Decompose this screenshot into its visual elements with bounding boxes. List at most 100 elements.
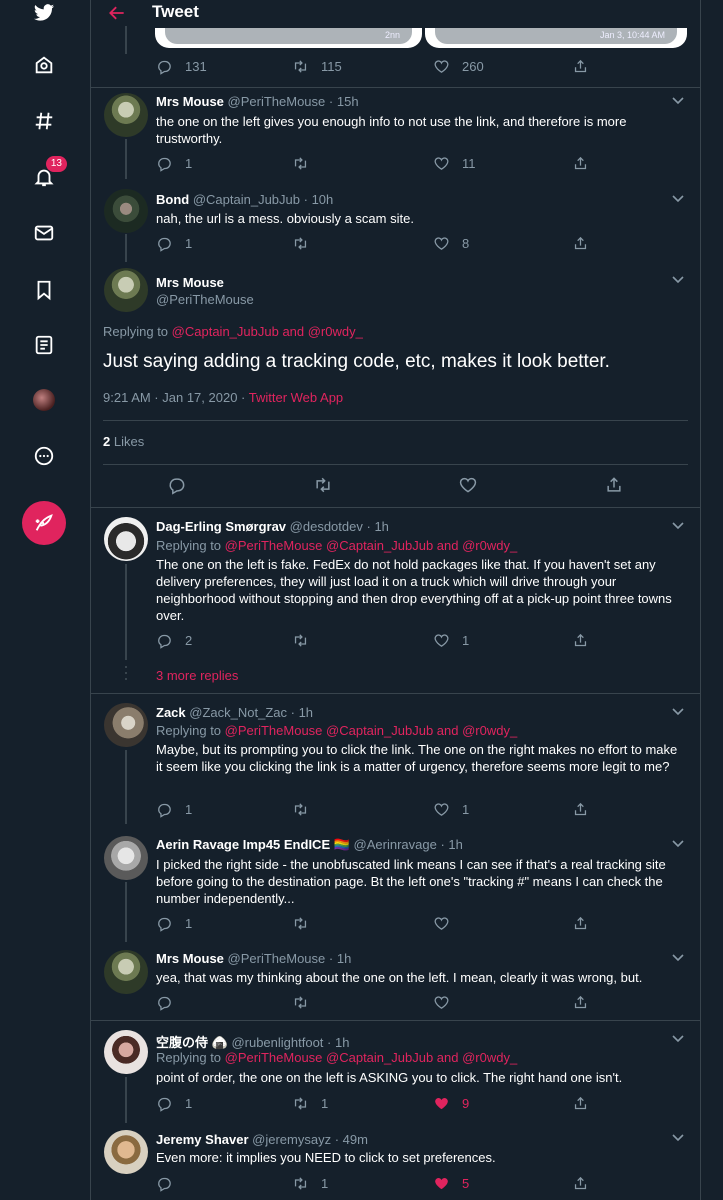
- retweet-button[interactable]: 115: [292, 57, 342, 75]
- avatar[interactable]: [104, 189, 148, 233]
- author-handle[interactable]: @Captain_JubJub: [193, 192, 300, 207]
- tweet[interactable]: Aerin Ravage Imp45 EndICE 🏳️‍🌈 @Aerinrav…: [91, 830, 700, 942]
- profile-avatar[interactable]: [33, 389, 55, 411]
- avatar[interactable]: [104, 703, 148, 747]
- like-button[interactable]: 9: [433, 1094, 469, 1112]
- bookmarks-icon[interactable]: [31, 277, 57, 303]
- author-name[interactable]: Jeremy Shaver: [156, 1132, 249, 1147]
- avatar[interactable]: [104, 93, 148, 137]
- tweet-time[interactable]: 15h: [337, 94, 359, 109]
- like-button[interactable]: [433, 914, 462, 932]
- lists-icon[interactable]: [31, 332, 57, 358]
- share-button[interactable]: [572, 154, 589, 172]
- author-handle[interactable]: @PeriTheMouse: [228, 94, 326, 109]
- retweet-button[interactable]: [292, 234, 321, 252]
- tweet-media-right[interactable]: Jan 3, 10:44 AM: [425, 28, 687, 48]
- share-button[interactable]: [572, 1174, 589, 1192]
- tweet-time[interactable]: 1h: [335, 1035, 349, 1050]
- share-button[interactable]: [572, 800, 589, 818]
- author-name[interactable]: Bond: [156, 192, 189, 207]
- tweet-time[interactable]: 49m: [343, 1132, 368, 1147]
- tweet-time[interactable]: 1h: [299, 705, 313, 720]
- share-button[interactable]: [572, 234, 589, 252]
- chevron-down-icon[interactable]: [672, 1035, 684, 1043]
- like-button[interactable]: 1: [433, 800, 469, 818]
- likes-count[interactable]: 2 Likes: [103, 434, 144, 449]
- like-button[interactable]: 11: [433, 154, 476, 172]
- retweet-button[interactable]: 1: [292, 1094, 328, 1112]
- author-handle[interactable]: @Zack_Not_Zac: [189, 705, 287, 720]
- show-more-replies-link[interactable]: 3 more replies: [156, 668, 238, 683]
- author-handle[interactable]: @Aerinravage: [354, 837, 437, 852]
- share-button[interactable]: [572, 1094, 589, 1112]
- reply-button[interactable]: [167, 476, 187, 494]
- author-name[interactable]: Dag-Erling Smørgrav: [156, 519, 286, 534]
- like-button[interactable]: 8: [433, 234, 469, 252]
- home-icon[interactable]: [31, 52, 57, 78]
- tweet-media-left[interactable]: 2nn: [155, 28, 422, 48]
- tweet-time[interactable]: 1h: [448, 837, 462, 852]
- reply-button[interactable]: 1: [156, 914, 192, 932]
- tweet-time[interactable]: 1h: [374, 519, 388, 534]
- tweet[interactable]: 空腹の侍 🍙 @rubenlightfoot · 1h Replying to …: [91, 1021, 700, 1123]
- retweet-button[interactable]: [292, 914, 321, 932]
- messages-envelope-icon[interactable]: [31, 220, 57, 246]
- share-button[interactable]: [572, 993, 589, 1011]
- like-button[interactable]: [458, 476, 478, 494]
- chevron-down-icon[interactable]: [672, 276, 684, 284]
- avatar[interactable]: [104, 268, 148, 312]
- author-name[interactable]: Mrs Mouse: [156, 275, 224, 290]
- tweet[interactable]: Jeremy Shaver @jeremysayz · 49m Even mor…: [91, 1124, 700, 1200]
- explore-hashtag-icon[interactable]: [31, 108, 57, 134]
- chevron-down-icon[interactable]: [672, 195, 684, 203]
- avatar[interactable]: [104, 1130, 148, 1174]
- tweet-time[interactable]: 1h: [337, 951, 351, 966]
- chevron-down-icon[interactable]: [672, 708, 684, 716]
- author-name[interactable]: Mrs Mouse: [156, 94, 224, 109]
- replying-to-link[interactable]: @PeriTheMouse @Captain_JubJub and @r0wdy…: [225, 538, 518, 553]
- share-button[interactable]: [572, 914, 589, 932]
- tweet[interactable]: Dag-Erling Smørgrav @desdotdev · 1h Repl…: [91, 508, 700, 660]
- tweet[interactable]: Mrs Mouse @PeriTheMouse · 1h yea, that w…: [91, 946, 700, 1018]
- avatar[interactable]: [104, 950, 148, 994]
- author-handle[interactable]: @PeriTheMouse: [228, 951, 326, 966]
- retweet-button[interactable]: [292, 993, 321, 1011]
- share-button[interactable]: [572, 57, 589, 75]
- reply-button[interactable]: [156, 1174, 185, 1192]
- more-options-icon[interactable]: [31, 443, 57, 469]
- reply-button[interactable]: 1: [156, 234, 192, 252]
- retweet-button[interactable]: [313, 476, 333, 494]
- retweet-button[interactable]: [292, 154, 321, 172]
- chevron-down-icon[interactable]: [672, 840, 684, 848]
- notifications-bell-icon[interactable]: 13: [31, 156, 67, 190]
- author-name[interactable]: Mrs Mouse: [156, 951, 224, 966]
- chevron-down-icon[interactable]: [672, 954, 684, 962]
- retweet-button[interactable]: [292, 631, 321, 649]
- chevron-down-icon[interactable]: [672, 522, 684, 530]
- back-arrow-icon[interactable]: [107, 3, 127, 28]
- author-handle[interactable]: @PeriTheMouse: [156, 292, 254, 307]
- source-link[interactable]: Twitter Web App: [249, 390, 343, 405]
- replying-to-link[interactable]: @PeriTheMouse @Captain_JubJub and @r0wdy…: [225, 723, 518, 738]
- retweet-button[interactable]: 1: [292, 1174, 328, 1192]
- author-name[interactable]: Zack: [156, 705, 186, 720]
- reply-button[interactable]: 1: [156, 1094, 192, 1112]
- avatar[interactable]: [104, 517, 148, 561]
- replying-to-link[interactable]: @Captain_JubJub and @r0wdy_: [172, 324, 363, 339]
- reply-button[interactable]: 1: [156, 800, 192, 818]
- reply-button[interactable]: 1: [156, 154, 192, 172]
- author-name[interactable]: 空腹の侍 🍙: [156, 1035, 228, 1050]
- like-button[interactable]: 5: [433, 1174, 469, 1192]
- author-handle[interactable]: @desdotdev: [290, 519, 363, 534]
- retweet-button[interactable]: [292, 800, 321, 818]
- author-handle[interactable]: @rubenlightfoot: [231, 1035, 323, 1050]
- share-button[interactable]: [572, 631, 589, 649]
- like-button[interactable]: 260: [433, 57, 484, 75]
- tweet[interactable]: Mrs Mouse @PeriTheMouse · 15h the one on…: [91, 87, 700, 179]
- avatar[interactable]: [104, 836, 148, 880]
- reply-button[interactable]: [156, 993, 185, 1011]
- twitter-logo-icon[interactable]: [31, 0, 57, 26]
- tweet[interactable]: Zack @Zack_Not_Zac · 1h Replying to @Per…: [91, 694, 700, 824]
- author-handle[interactable]: @jeremysayz: [252, 1132, 331, 1147]
- reply-button[interactable]: 2: [156, 631, 192, 649]
